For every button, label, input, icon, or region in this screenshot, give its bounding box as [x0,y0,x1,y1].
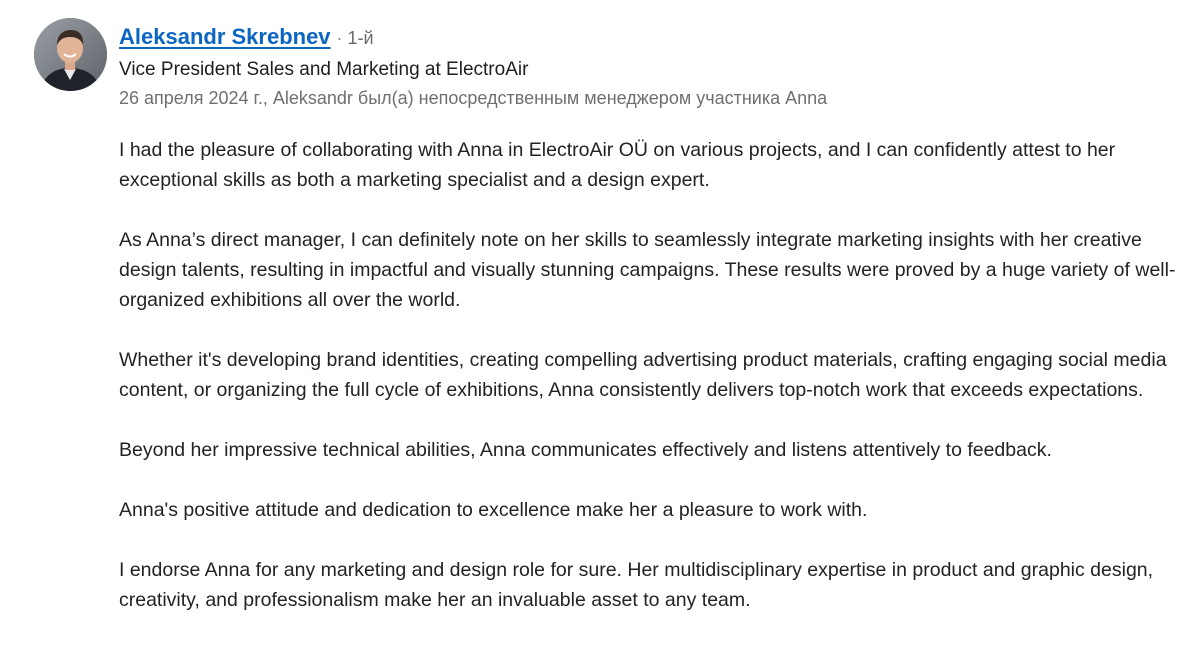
recommendation-paragraph: Beyond her impressive technical abilitie… [119,439,1052,461]
connection-degree: 1-й [347,28,374,48]
recommendation-meta: 26 апреля 2024 г., Aleksandr был(а) непо… [119,88,828,108]
recommendation-paragraph: I had the pleasure of collaborating with… [119,139,1116,191]
name-row: Aleksandr Skrebnev · 1-й [119,24,1180,54]
recommendation-card: Aleksandr Skrebnev · 1-й Vice President … [0,0,1200,666]
avatar[interactable] [34,18,107,91]
degree-separator: · [336,28,343,48]
recommendation-paragraph: As Anna’s direct manager, I can definite… [119,229,1176,311]
person-photo-icon [34,18,107,91]
author-name-link[interactable]: Aleksandr Skrebnev [119,24,331,50]
recommendation-paragraph: Whether it's developing brand identities… [119,349,1167,401]
recommendation-paragraph: Anna's positive attitude and dedication … [119,499,868,521]
recommendation-text: I had the pleasure of collaborating with… [119,135,1179,645]
author-headline: Vice President Sales and Marketing at El… [119,59,529,80]
recommendation-header: Aleksandr Skrebnev · 1-й Vice President … [119,24,1180,112]
recommendation-paragraph: I endorse Anna for any marketing and des… [119,559,1154,611]
